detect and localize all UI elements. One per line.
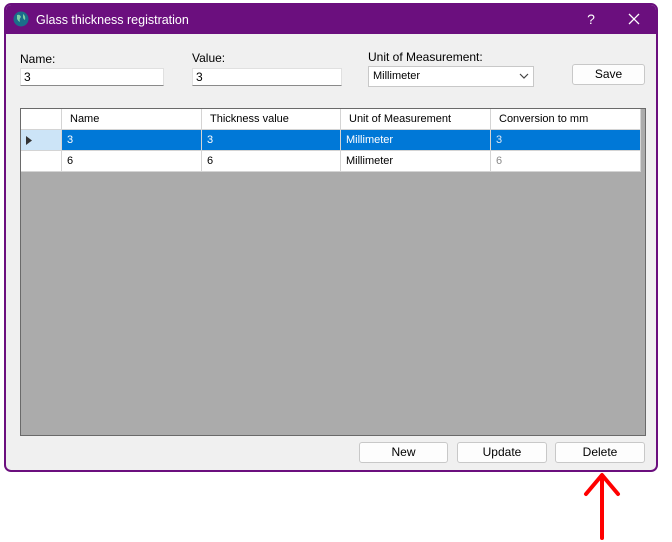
title-bar[interactable]: Glass thickness registration ?	[6, 5, 656, 34]
current-row-arrow-icon	[26, 136, 32, 145]
cell-conversion[interactable]: 3	[491, 130, 641, 151]
cell-name[interactable]: 6	[62, 151, 202, 172]
row-header[interactable]	[21, 130, 62, 151]
name-input[interactable]: 3	[20, 68, 164, 86]
unit-dropdown[interactable]: Millimeter	[368, 66, 534, 87]
cell-thickness[interactable]: 6	[202, 151, 341, 172]
cell-thickness[interactable]: 3	[202, 130, 341, 151]
grid-corner-cell[interactable]	[21, 109, 62, 130]
dialog-window: Glass thickness registration ? Name: 3 V…	[4, 3, 658, 472]
chevron-down-icon	[519, 73, 529, 79]
new-button[interactable]: New	[359, 442, 448, 463]
window-title: Glass thickness registration	[36, 13, 189, 27]
globe-app-icon	[13, 11, 29, 27]
column-header-conversion[interactable]: Conversion to mm	[491, 109, 641, 130]
delete-button[interactable]: Delete	[555, 442, 645, 463]
save-button[interactable]: Save	[572, 64, 645, 85]
column-header-unit[interactable]: Unit of Measurement	[341, 109, 491, 130]
unit-dropdown-value: Millimeter	[373, 70, 421, 82]
value-label: Value:	[192, 51, 226, 65]
cell-conversion[interactable]: 6	[491, 151, 641, 172]
cell-unit[interactable]: Millimeter	[341, 130, 491, 151]
cell-name[interactable]: 3	[62, 130, 202, 151]
table-row[interactable]: 3 3 Millimeter 3	[21, 130, 641, 151]
row-header[interactable]	[21, 151, 62, 172]
cell-unit[interactable]: Millimeter	[341, 151, 491, 172]
red-up-arrow-icon	[584, 473, 620, 540]
help-button[interactable]: ?	[579, 8, 603, 30]
name-label: Name:	[20, 52, 56, 66]
value-input[interactable]: 3	[192, 68, 342, 86]
column-header-name[interactable]: Name	[62, 109, 202, 130]
thickness-grid[interactable]: Name Thickness value Unit of Measurement…	[20, 108, 646, 436]
column-header-thickness[interactable]: Thickness value	[202, 109, 341, 130]
table-row[interactable]: 6 6 Millimeter 6	[21, 151, 641, 172]
grid-header-row: Name Thickness value Unit of Measurement…	[21, 109, 641, 130]
close-icon[interactable]	[621, 8, 647, 30]
update-button[interactable]: Update	[457, 442, 547, 463]
unit-label: Unit of Measurement:	[368, 50, 483, 64]
